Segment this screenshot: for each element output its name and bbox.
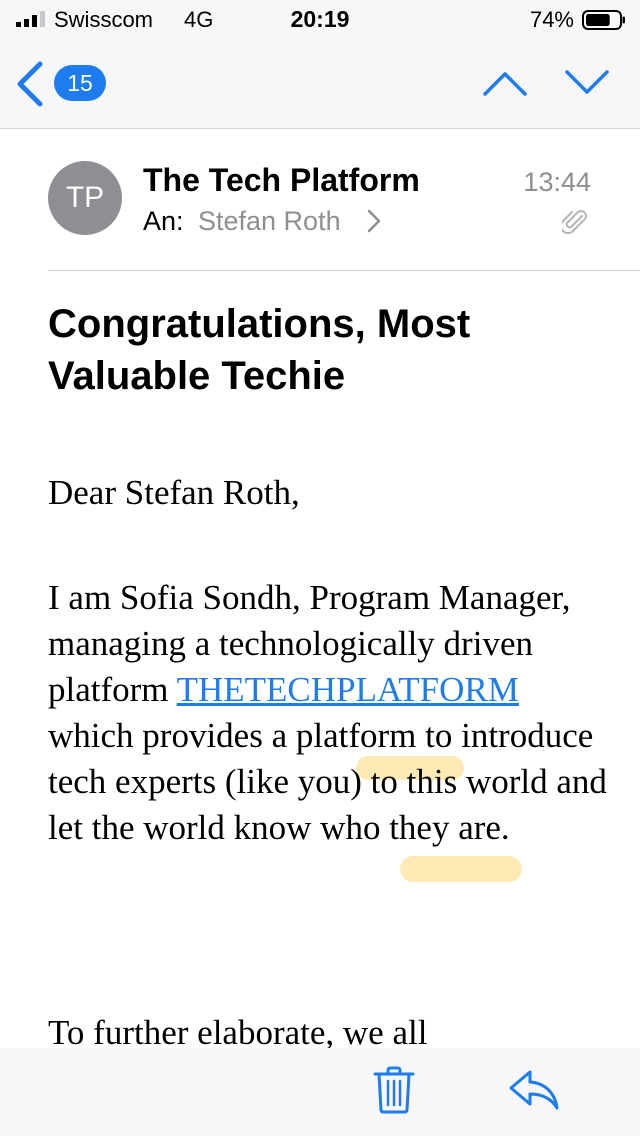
message-time: 13:44 bbox=[523, 167, 591, 197]
email-paragraph-1: I am Sofia Sondh, Program Manager, manag… bbox=[48, 575, 608, 851]
email-greeting: Dear Stefan Roth, bbox=[48, 473, 300, 512]
paperclip-icon bbox=[562, 210, 587, 235]
reply-icon[interactable] bbox=[508, 1068, 560, 1112]
recipient-name[interactable]: Stefan Roth bbox=[198, 206, 341, 237]
sender-avatar[interactable]: TP bbox=[48, 161, 122, 235]
header-divider bbox=[48, 270, 640, 271]
chevron-left-icon[interactable] bbox=[12, 60, 46, 108]
platform-link[interactable]: THETECHPLATFORM bbox=[177, 670, 519, 709]
bottom-toolbar bbox=[0, 1048, 640, 1136]
navigation-bar: 15 bbox=[0, 40, 640, 129]
sender-name[interactable]: The Tech Platform bbox=[143, 162, 420, 199]
chevron-up-icon[interactable] bbox=[482, 68, 528, 98]
back-count-badge[interactable]: 15 bbox=[54, 65, 106, 101]
chevron-down-icon[interactable] bbox=[564, 68, 610, 98]
trash-icon[interactable] bbox=[373, 1066, 415, 1114]
highlight-mark bbox=[400, 856, 522, 882]
status-bar: Swisscom 4G 20:19 74% bbox=[0, 0, 640, 40]
chevron-right-icon[interactable] bbox=[367, 209, 381, 233]
email-subject: Congratulations, Most Valuable Techie bbox=[48, 302, 471, 398]
battery-icon bbox=[582, 10, 625, 30]
paragraph-text: which provides a platform to introduce t… bbox=[48, 716, 607, 847]
battery-percent: 74% bbox=[529, 7, 574, 32]
recipient-label: An: bbox=[143, 206, 184, 236]
